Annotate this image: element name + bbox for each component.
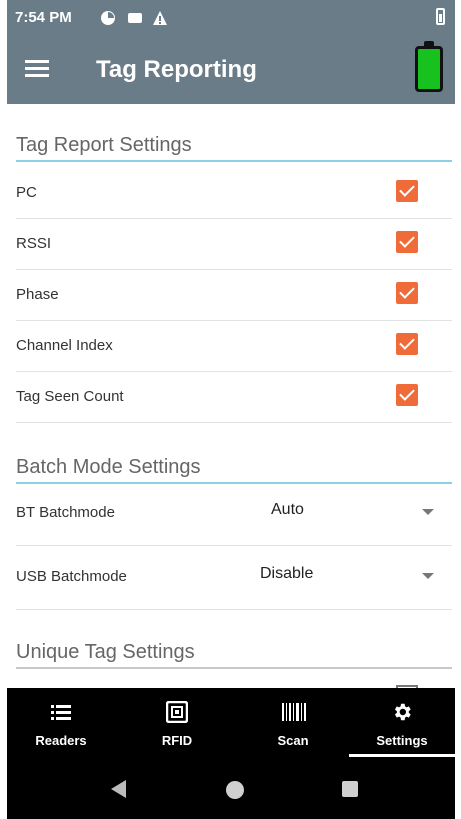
setting-label: Tag Seen Count	[16, 388, 124, 405]
app-bar: Tag Reporting	[7, 36, 455, 104]
chevron-down-icon[interactable]	[422, 573, 434, 579]
usb-batchmode-select[interactable]: Disable	[260, 565, 313, 583]
bottom-nav: Readers RFID Scan Settings	[7, 688, 455, 760]
system-nav-bar	[7, 760, 455, 819]
home-icon[interactable]	[226, 781, 244, 799]
app-screen: 7:54 PM Tag Reporting Tag Report Setting…	[7, 0, 455, 819]
setting-label: Channel Index	[16, 337, 113, 354]
setting-row-rssi[interactable]: RSSI	[16, 219, 452, 270]
tag-seen-count-checkbox[interactable]	[396, 384, 418, 406]
setting-row-usb-batchmode[interactable]: USB Batchmode Disable	[16, 546, 452, 610]
warning-icon	[153, 11, 167, 25]
battery-full-icon[interactable]	[415, 41, 443, 92]
setting-label: Phase	[16, 286, 59, 303]
setting-label: BT Batchmode	[16, 504, 115, 521]
nav-scan[interactable]: Scan	[239, 688, 347, 760]
status-time: 7:54 PM	[15, 9, 72, 26]
gear-icon	[394, 703, 411, 721]
pinwheel-icon	[101, 11, 115, 25]
pc-checkbox[interactable]	[396, 180, 418, 202]
message-icon	[128, 13, 142, 23]
rssi-checkbox[interactable]	[396, 231, 418, 253]
status-bar: 7:54 PM	[7, 0, 455, 36]
rfid-tag-icon	[166, 701, 188, 723]
barcode-icon	[282, 703, 306, 721]
section-title-unique-tag: Unique Tag Settings	[16, 641, 195, 663]
section-divider	[16, 160, 452, 162]
settings-list[interactable]: Tag Report Settings PC RSSI Phase Channe…	[7, 104, 455, 688]
nav-label: Readers	[35, 733, 87, 748]
bt-batchmode-select[interactable]: Auto	[271, 501, 304, 519]
section-divider	[16, 667, 452, 669]
recents-icon[interactable]	[342, 781, 358, 797]
nav-label: Settings	[376, 733, 428, 748]
nav-settings[interactable]: Settings	[349, 688, 455, 760]
setting-label: RSSI	[16, 235, 52, 252]
phase-checkbox[interactable]	[396, 282, 418, 304]
channel-index-checkbox[interactable]	[396, 333, 418, 355]
setting-label: PC	[16, 184, 37, 201]
chevron-down-icon[interactable]	[422, 509, 434, 515]
section-title-batch-mode: Batch Mode Settings	[16, 456, 201, 478]
battery-status-icon	[436, 8, 445, 25]
page-title: Tag Reporting	[96, 56, 257, 83]
nav-rfid[interactable]: RFID	[123, 688, 231, 760]
setting-row-tag-seen-count[interactable]: Tag Seen Count	[16, 372, 452, 423]
nav-readers[interactable]: Readers	[7, 688, 115, 760]
nav-selected-indicator	[349, 754, 455, 757]
list-icon	[51, 705, 71, 720]
setting-label: USB Batchmode	[16, 568, 127, 585]
section-title-tag-report: Tag Report Settings	[16, 134, 192, 156]
back-icon[interactable]	[111, 780, 126, 798]
setting-row-channel-index[interactable]: Channel Index	[16, 321, 452, 372]
setting-row-phase[interactable]: Phase	[16, 270, 452, 321]
setting-row-bt-batchmode[interactable]: BT Batchmode Auto	[16, 482, 452, 546]
nav-label: RFID	[161, 733, 193, 748]
nav-label: Scan	[277, 733, 309, 748]
hamburger-icon[interactable]	[25, 60, 49, 78]
setting-row-pc[interactable]: PC	[16, 168, 452, 219]
